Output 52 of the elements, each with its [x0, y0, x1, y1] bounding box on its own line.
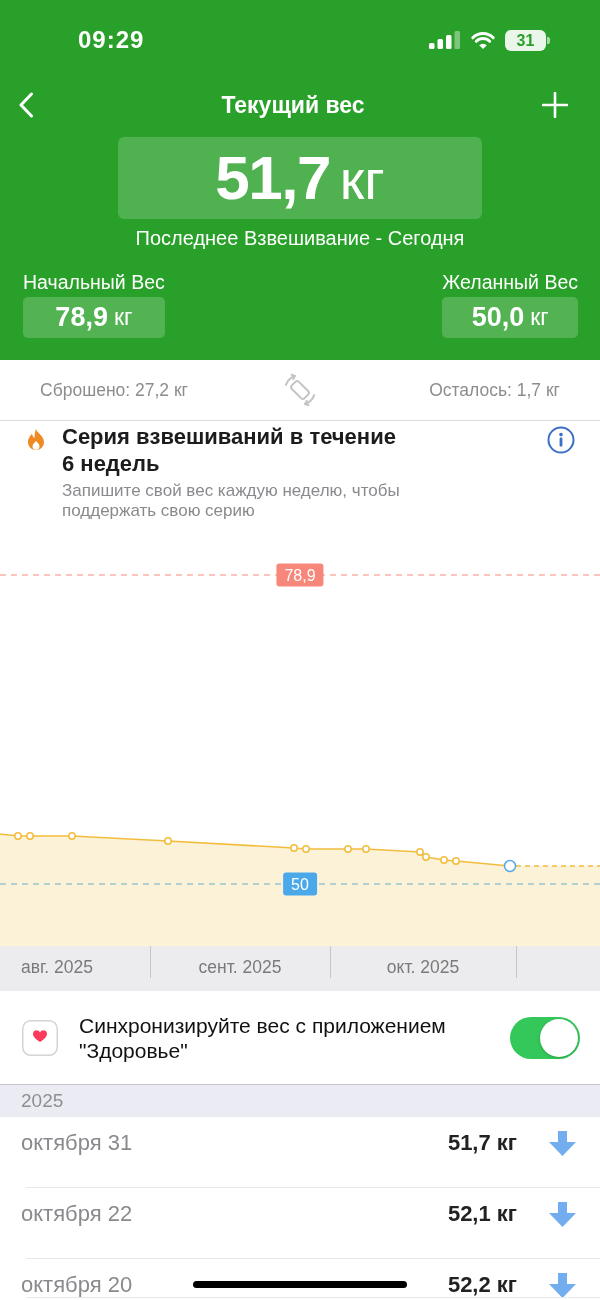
entry-weight: 52,2 кг — [447, 1274, 517, 1296]
goal-weight-value: 50,0 — [471, 302, 525, 333]
rotate-icon[interactable] — [283, 373, 317, 407]
start-weight-unit: кг — [113, 304, 133, 331]
current-weight-unit: кг — [339, 152, 385, 208]
streak-description: Запишите свой вес каждую неделю, чтобы поддержать свою серию — [62, 481, 401, 521]
entry-weight: 51,7 кг — [447, 1132, 517, 1154]
flame-icon — [26, 428, 46, 450]
data-point — [302, 845, 310, 853]
status-time: 09:29 — [78, 26, 145, 54]
screen-title: Текущий вес — [221, 91, 365, 119]
health-app-icon — [22, 1019, 58, 1056]
year-header: 2025 — [0, 1084, 600, 1117]
history-row[interactable]: октября 31 51,7 кг — [0, 1117, 600, 1188]
data-point — [14, 832, 22, 840]
history-row[interactable]: октября 20 52,2 кг — [0, 1259, 600, 1298]
data-point — [68, 832, 76, 840]
data-point — [26, 832, 34, 840]
goal-weight-unit: кг — [530, 304, 549, 331]
history-row[interactable]: октября 22 52,1 кг — [0, 1188, 600, 1259]
month-label: окт. 2025 — [386, 957, 460, 978]
sync-toggle[interactable] — [510, 1016, 580, 1059]
entry-date: октября 20 — [21, 1274, 133, 1296]
month-label: сент. 2025 — [198, 957, 282, 978]
weight-remaining-text: Осталось: 1,7 кг — [429, 379, 560, 401]
current-weight-value: 51,7 — [215, 147, 330, 209]
start-weight-value: 78,9 — [55, 302, 108, 333]
back-icon[interactable] — [18, 92, 34, 118]
weight-lost-text: Сброшено: 27,2 кг — [40, 379, 188, 401]
reference-badge: 78,9 — [276, 563, 324, 587]
wifi-icon — [470, 30, 496, 50]
entry-date: октября 31 — [21, 1132, 133, 1154]
goal-weight-label: Желанный Вес — [442, 271, 578, 293]
reference-badge: 50 — [283, 872, 317, 896]
entry-weight: 52,1 кг — [447, 1203, 517, 1225]
data-point — [362, 845, 370, 853]
signal-icon — [429, 31, 461, 49]
latest-data-point — [503, 859, 517, 873]
start-weight-label: Начальный Вес — [23, 271, 165, 293]
battery-indicator: 31 — [505, 29, 550, 51]
add-icon[interactable] — [542, 92, 568, 118]
data-point — [290, 844, 298, 852]
data-point — [452, 857, 460, 865]
data-point — [440, 856, 448, 864]
last-weighing-text: Последнее Взвешивание - Сегодня — [134, 227, 466, 249]
data-point — [164, 837, 172, 845]
sync-label: Синхронизируйте вес с приложением "Здоровье" — [79, 1012, 447, 1063]
month-label: авг. 2025 — [21, 957, 93, 978]
info-icon[interactable] — [547, 426, 575, 454]
data-point — [344, 845, 352, 853]
entry-date: октября 22 — [21, 1203, 133, 1225]
streak-title: Серия взвешиваний в течение 6 недель — [62, 423, 397, 477]
